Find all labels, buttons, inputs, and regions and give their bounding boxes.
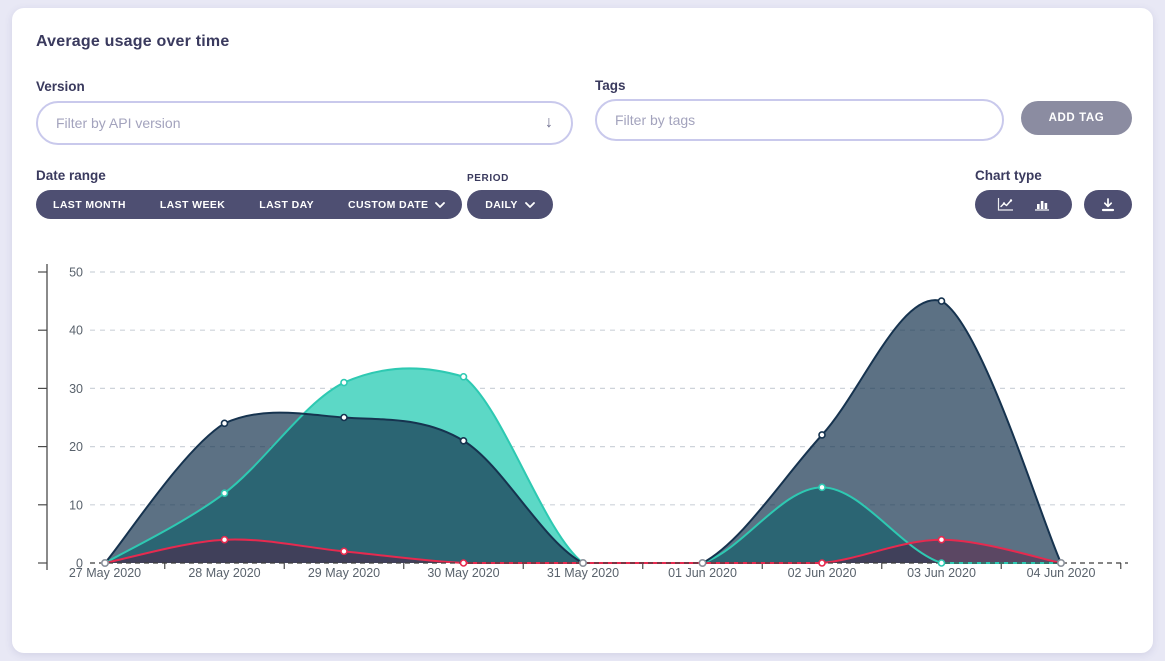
- svg-text:04 Jun 2020: 04 Jun 2020: [1027, 566, 1096, 580]
- svg-text:31 May 2020: 31 May 2020: [547, 566, 619, 580]
- tags-filter: [595, 99, 1004, 141]
- chart-type-label: Chart type: [975, 168, 1042, 183]
- svg-text:30 May 2020: 30 May 2020: [427, 566, 499, 580]
- usage-chart-area: 0102030405027 May 202028 May 202029 May …: [12, 254, 1153, 604]
- date-range-option-label: CUSTOM DATE: [348, 199, 428, 211]
- version-input[interactable]: [56, 115, 537, 131]
- svg-text:02 Jun 2020: 02 Jun 2020: [788, 566, 857, 580]
- line-chart-icon[interactable]: [997, 197, 1014, 212]
- chevron-down-icon: [435, 202, 445, 208]
- svg-text:27 May 2020: 27 May 2020: [69, 566, 141, 580]
- page-title: Average usage over time: [36, 33, 229, 51]
- date-range-option-label: LAST MONTH: [53, 199, 126, 211]
- usage-chart: 0102030405027 May 202028 May 202029 May …: [12, 254, 1153, 604]
- svg-text:28 May 2020: 28 May 2020: [188, 566, 260, 580]
- svg-text:01 Jun 2020: 01 Jun 2020: [668, 566, 737, 580]
- svg-text:29 May 2020: 29 May 2020: [308, 566, 380, 580]
- period-label: PERIOD: [467, 173, 509, 184]
- date-range-option-label: LAST WEEK: [160, 199, 225, 211]
- version-filter: ↓: [36, 101, 573, 145]
- version-label: Version: [36, 79, 85, 94]
- date-range-option-last-day[interactable]: LAST DAY: [242, 190, 331, 219]
- svg-text:50: 50: [69, 266, 83, 280]
- download-button[interactable]: [1084, 190, 1132, 219]
- svg-text:03 Jun 2020: 03 Jun 2020: [907, 566, 976, 580]
- svg-text:30: 30: [69, 382, 83, 396]
- period-value: DAILY: [485, 199, 518, 211]
- add-tag-button[interactable]: ADD TAG: [1021, 101, 1132, 135]
- arrow-down-icon[interactable]: ↓: [545, 115, 553, 131]
- chart-type-group: [975, 190, 1072, 219]
- date-range-group: LAST MONTH LAST WEEK LAST DAY CUSTOM DATE: [36, 190, 462, 219]
- date-range-option-last-week[interactable]: LAST WEEK: [143, 190, 242, 219]
- period-select[interactable]: DAILY: [467, 190, 553, 219]
- tags-input[interactable]: [615, 112, 984, 128]
- date-range-option-custom-date[interactable]: CUSTOM DATE: [331, 190, 462, 219]
- bar-chart-icon[interactable]: [1034, 197, 1050, 212]
- date-range-label: Date range: [36, 168, 106, 183]
- date-range-option-label: LAST DAY: [259, 199, 314, 211]
- download-icon: [1100, 197, 1116, 213]
- svg-text:20: 20: [69, 440, 83, 454]
- tags-label: Tags: [595, 78, 626, 93]
- svg-text:40: 40: [69, 324, 83, 338]
- chevron-down-icon: [525, 202, 535, 208]
- svg-text:10: 10: [69, 498, 83, 512]
- usage-card: Average usage over time Version ↓ Tags A…: [12, 8, 1153, 653]
- date-range-option-last-month[interactable]: LAST MONTH: [36, 190, 143, 219]
